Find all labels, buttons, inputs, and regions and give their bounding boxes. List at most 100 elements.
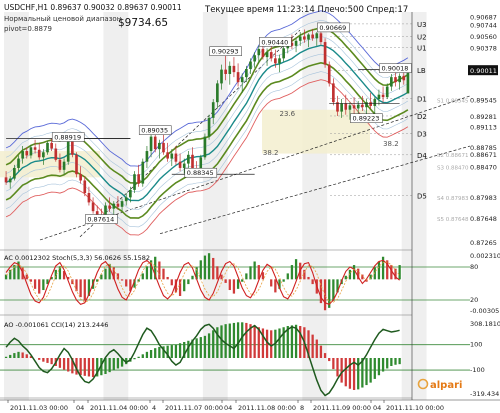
fib-label: 38.2 (263, 149, 279, 157)
candle-body (269, 52, 273, 59)
candle-body (182, 163, 186, 168)
candle-body (377, 94, 381, 100)
candle-body (348, 105, 352, 110)
subtitle-range: Нормальный ценовой диапазон (4, 15, 121, 23)
candle-body (4, 177, 8, 183)
candle-body (344, 103, 348, 110)
candle-body (25, 151, 29, 156)
chart-canvas: U3U2U1LBD1D2D3D4D5S1 0.89545S2 0.88671S3… (0, 0, 500, 413)
candle-body (33, 147, 37, 150)
candle-body (319, 33, 323, 43)
current-price-label: 0.90011 (470, 67, 497, 75)
candle-body (311, 34, 314, 39)
candle-body (253, 55, 256, 62)
price-callout-label: 0.88345 (187, 169, 214, 177)
candle-body (224, 69, 227, 75)
price-tick-label: 0.89113 (470, 123, 497, 131)
pivot-level-label: LB (417, 67, 426, 75)
candle-body (153, 136, 157, 150)
candle-body (145, 151, 149, 162)
candle-body (303, 36, 306, 40)
candle-body (46, 142, 49, 153)
candle-body (37, 149, 41, 158)
candle-body (373, 99, 377, 106)
symbol-line: USDCHF,H1 0.89637 0.90032 0.89637 0.9001… (4, 3, 182, 12)
price-tick-label: 0.90378 (470, 45, 497, 53)
sub2-label: AO -0.001061 CCI(14) 213.2446 (4, 321, 108, 329)
candle-body (245, 68, 248, 78)
pivot-level-label: D2 (417, 113, 427, 121)
candle-body (361, 104, 364, 108)
fib-label: 23.6 (280, 110, 296, 118)
price-tick-label: 0.87648 (470, 215, 497, 223)
time-tick-label: 04 (224, 404, 232, 412)
candle-body (149, 136, 153, 152)
candle-body (332, 83, 335, 103)
candle-body (249, 61, 252, 69)
candle-body (29, 147, 33, 156)
price-tick-label: 0.87983 (470, 194, 497, 202)
sub2-tick-label: 100 (470, 341, 482, 349)
pivot-level-label: U3 (417, 21, 427, 29)
candle-body (307, 34, 310, 40)
session-band (302, 12, 328, 400)
candle-body (166, 152, 169, 159)
candle-body (381, 94, 385, 98)
sub-pivot-label: S4 0.87983 (437, 196, 469, 202)
candle-body (203, 136, 207, 158)
candle-body (58, 159, 62, 170)
alpari-logo-text: alpari (430, 380, 462, 391)
pivot-level-label: D3 (417, 131, 427, 139)
sub1-tick-label: -0.00305 (470, 307, 499, 315)
candle-body (162, 142, 165, 153)
time-tick-label: 2011.11.08 00:00 (238, 404, 296, 412)
candle-body (129, 189, 132, 198)
candle-body (124, 197, 128, 202)
candle-body (216, 83, 219, 103)
sub1-label: AC 0.0012302 Stoch(5,3,3) 56.0626 55.158… (4, 254, 150, 262)
candle-body (79, 174, 82, 181)
time-tick-label: 04 (373, 404, 381, 412)
price-callout-label: 0.90018 (382, 65, 409, 73)
candle-body (170, 153, 174, 159)
price-callout-label: 0.89223 (353, 115, 380, 123)
sub1-tick-label: 80 (470, 263, 478, 271)
candle-body (62, 161, 66, 170)
candle-body (207, 117, 211, 137)
candle-body (50, 142, 53, 149)
candle-body (265, 52, 269, 58)
server-time: Текущее время 11:23:14 Плечо:500 Спред:1… (204, 5, 408, 15)
candle-body (369, 102, 372, 106)
candle-body (282, 48, 285, 59)
candle-body (158, 142, 161, 150)
candle-body (394, 77, 397, 83)
time-tick-label: 2011.11.03 00:00 (10, 404, 68, 412)
candle-body (406, 70, 410, 94)
candle-body (294, 40, 298, 46)
candle-body (232, 65, 236, 73)
time-tick-label: 8 (300, 404, 304, 412)
candle-body (112, 203, 116, 209)
time-tick-label: 2011.11.04 00:00 (90, 404, 148, 412)
price-callout-label: 0.90669 (319, 24, 346, 32)
pivot-level-label: U2 (417, 33, 427, 41)
time-tick-label: 4 (152, 404, 156, 412)
candle-body (340, 103, 343, 112)
sub1-tick-label: 20 (470, 296, 478, 304)
candle-body (83, 180, 87, 194)
price-callout-label: 0.89035 (141, 127, 168, 135)
price-tick-label: 0.90744 (470, 21, 497, 29)
candle-body (91, 202, 95, 212)
time-tick-label: 2011.11.09 00:00 (313, 404, 371, 412)
candle-body (261, 48, 265, 58)
price-callout-label: 0.87614 (87, 216, 114, 224)
candle-body (174, 153, 178, 162)
subtitle-pivot: pivot=0.8879 (4, 25, 52, 33)
pivot-level-label: D1 (417, 95, 427, 103)
candle-body (178, 161, 182, 168)
sub2-tick-label: -319.434 (470, 390, 499, 398)
price-tick-label: 0.89545 (470, 96, 497, 104)
time-tick-label: 2011.11.07 00:00 (165, 404, 223, 412)
equity-value: $9734.65 (118, 17, 168, 29)
sub-pivot-label: S5 0.87648 (437, 217, 469, 223)
